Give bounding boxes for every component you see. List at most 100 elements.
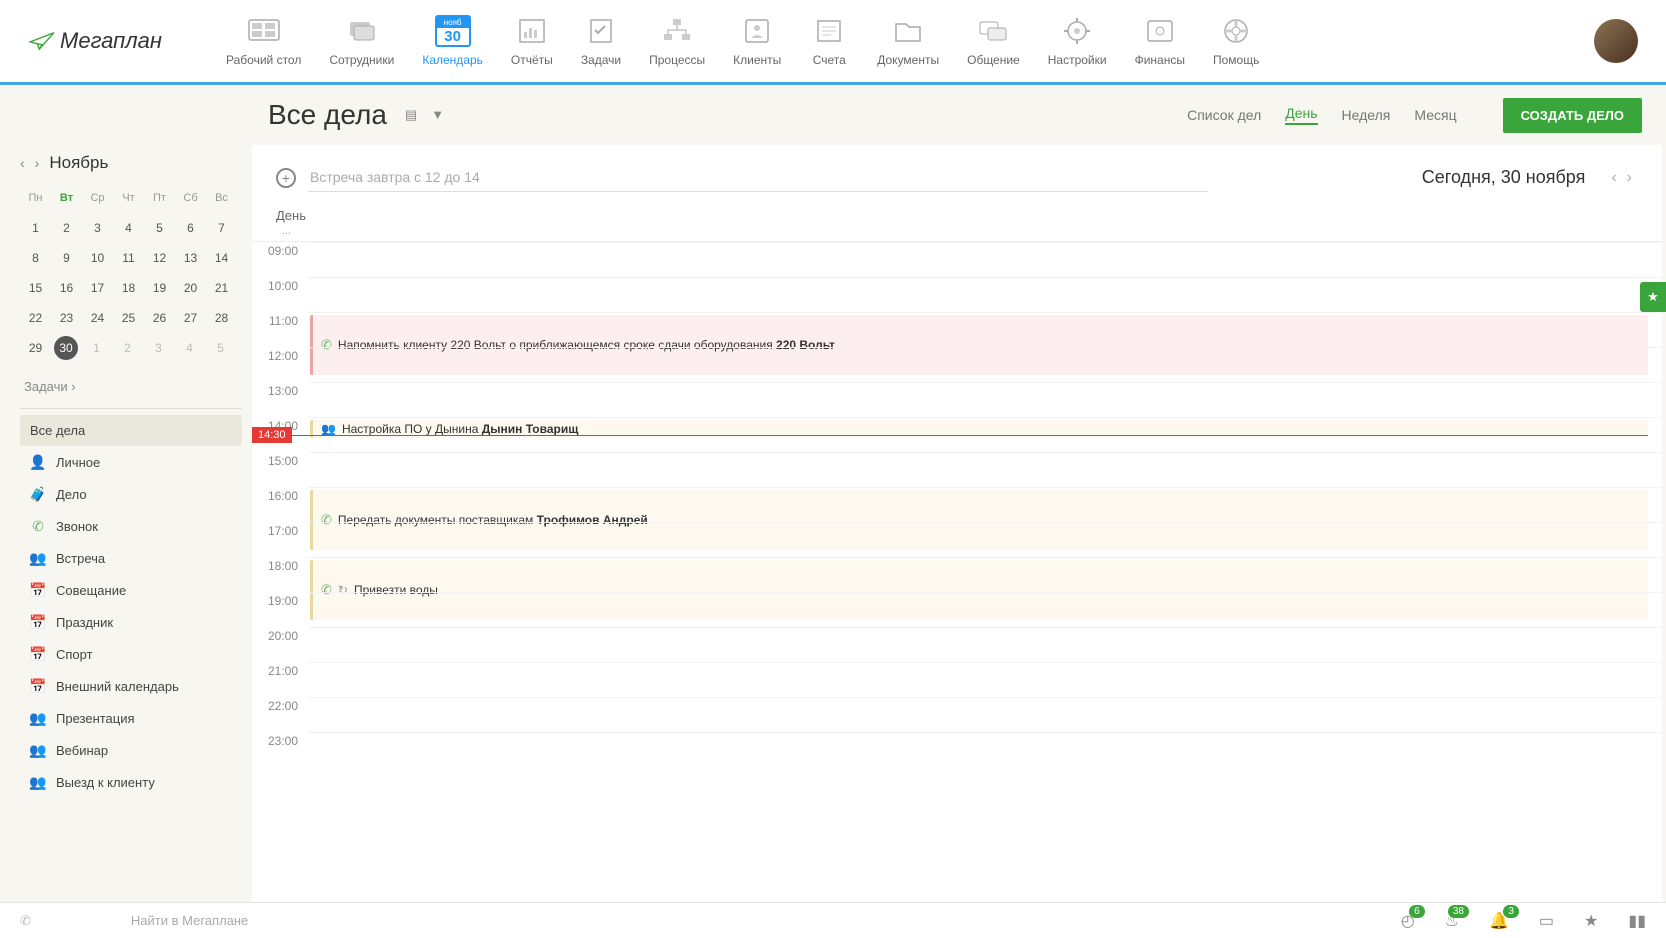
mini-cal-day[interactable]: 22	[20, 303, 51, 333]
mini-cal-day[interactable]: 15	[20, 273, 51, 303]
sidebar-item-case[interactable]: 🧳Дело	[20, 478, 242, 510]
mini-cal-day[interactable]: 26	[144, 303, 175, 333]
nav-processes[interactable]: Процессы	[635, 7, 719, 75]
sidebar-item-conf[interactable]: 📅Совещание	[20, 574, 242, 606]
mini-cal-day[interactable]: 11	[113, 243, 144, 273]
nav-clients[interactable]: Клиенты	[719, 7, 795, 75]
mini-cal-day[interactable]: 12	[144, 243, 175, 273]
sidebar-item-extcal[interactable]: 📅Внешний календарь	[20, 670, 242, 702]
mini-cal-day[interactable]: 25	[113, 303, 144, 333]
nav-settings[interactable]: Настройки	[1034, 7, 1121, 75]
view-week[interactable]: Неделя	[1342, 107, 1391, 123]
mini-cal-day[interactable]: 7	[206, 213, 237, 243]
mini-cal-day[interactable]: 5	[205, 333, 236, 363]
tasks-link[interactable]: Задачи	[24, 379, 242, 394]
mini-cal-day[interactable]: 10	[82, 243, 113, 273]
time-slot[interactable]: 13:00	[252, 382, 1662, 417]
next-month[interactable]: ›	[35, 155, 40, 171]
star-icon[interactable]: ★	[1584, 911, 1598, 931]
view-day[interactable]: День	[1285, 105, 1317, 125]
nav-employees[interactable]: Сотрудники	[315, 7, 408, 75]
time-slot[interactable]: 09:00	[252, 242, 1662, 277]
nav-invoices[interactable]: Счета	[795, 7, 863, 75]
nav-help[interactable]: Помощь	[1199, 7, 1273, 75]
create-button[interactable]: СОЗДАТЬ ДЕЛО	[1503, 98, 1642, 133]
nav-finance[interactable]: Финансы	[1121, 7, 1199, 75]
mini-cal-day[interactable]: 3	[143, 333, 174, 363]
mini-cal-day[interactable]: 28	[206, 303, 237, 333]
mini-cal-day[interactable]: 23	[51, 303, 82, 333]
nav-chat[interactable]: Общение	[953, 7, 1034, 75]
nav-calendar[interactable]: нояб30 Календарь	[408, 7, 497, 75]
time-slot[interactable]: 20:00	[252, 627, 1662, 662]
time-slot[interactable]: 22:00	[252, 697, 1662, 732]
filter-icon[interactable]: ▼	[431, 107, 444, 123]
timeline[interactable]: 09:0010:0011:00✆Напомнить клиенту 220 Во…	[252, 242, 1662, 902]
time-slot[interactable]: 21:00	[252, 662, 1662, 697]
mini-cal-day[interactable]: 24	[82, 303, 113, 333]
mini-cal-day[interactable]: 19	[144, 273, 175, 303]
mini-cal-day[interactable]: 27	[175, 303, 206, 333]
sidebar-item-all[interactable]: Все дела	[20, 415, 242, 446]
mini-cal-day[interactable]: 1	[20, 213, 51, 243]
sidebar-item-meeting[interactable]: 👥Встреча	[20, 542, 242, 574]
add-plus-icon[interactable]: +	[276, 168, 296, 188]
time-slot[interactable]: 15:00	[252, 452, 1662, 487]
logo[interactable]: Мегаплан	[28, 28, 162, 54]
sidebar-item-call[interactable]: ✆Звонок	[20, 510, 242, 542]
sidebar-item-holiday[interactable]: 📅Праздник	[20, 606, 242, 638]
mini-cal-day[interactable]: 20	[175, 273, 206, 303]
time-slot[interactable]: 12:00	[252, 347, 1662, 382]
prev-day[interactable]: ‹	[1611, 169, 1616, 187]
time-slot[interactable]: 11:00✆Напомнить клиенту 220 Вольт о приб…	[252, 312, 1662, 347]
phone-icon[interactable]: ✆	[20, 913, 31, 929]
mini-cal-day[interactable]: 8	[20, 243, 51, 273]
mini-cal-day[interactable]: 21	[206, 273, 237, 303]
mini-cal-day[interactable]: 13	[175, 243, 206, 273]
time-slot[interactable]: 16:00✆Передать документы поставщикам Тро…	[252, 487, 1662, 522]
sidebar-item-webinar[interactable]: 👥Вебинар	[20, 734, 242, 766]
mini-cal-day[interactable]: 30	[54, 336, 78, 360]
prev-month[interactable]: ‹	[20, 155, 25, 171]
mini-cal-day[interactable]: 17	[82, 273, 113, 303]
mini-cal-day[interactable]: 2	[51, 213, 82, 243]
quick-add-input[interactable]	[308, 163, 1208, 192]
avatar[interactable]	[1594, 19, 1638, 63]
view-month[interactable]: Месяц	[1414, 107, 1456, 123]
view-list[interactable]: Список дел	[1187, 107, 1261, 123]
sidebar-item-personal[interactable]: 👤Личное	[20, 446, 242, 478]
mini-cal-day[interactable]: 29	[20, 333, 51, 363]
bell-icon[interactable]: 🔔3	[1489, 911, 1509, 931]
mini-cal-day[interactable]: 14	[206, 243, 237, 273]
time-slot[interactable]: 10:00	[252, 277, 1662, 312]
star-tab[interactable]: ★	[1640, 282, 1666, 312]
nav-reports[interactable]: Отчёты	[497, 7, 567, 75]
mini-cal-day[interactable]: 3	[82, 213, 113, 243]
mini-cal-day[interactable]: 6	[175, 213, 206, 243]
sidebar-item-visit[interactable]: 👥Выезд к клиенту	[20, 766, 242, 798]
nav-tasks[interactable]: Задачи	[567, 7, 635, 75]
mini-cal-day[interactable]: 18	[113, 273, 144, 303]
time-slot[interactable]: 18:00✆↻Привезти воды	[252, 557, 1662, 592]
list-icon[interactable]: ▤	[405, 107, 417, 123]
mini-cal-day[interactable]: 4	[113, 213, 144, 243]
next-day[interactable]: ›	[1627, 169, 1632, 187]
mini-cal-day[interactable]: 16	[51, 273, 82, 303]
global-search-input[interactable]	[131, 913, 1401, 928]
time-slot[interactable]: 17:00	[252, 522, 1662, 557]
nav-desktop[interactable]: Рабочий стол	[212, 7, 315, 75]
message-icon[interactable]: ▭	[1539, 911, 1554, 931]
time-slot[interactable]: 23:00	[252, 732, 1662, 767]
sidebar-item-pres[interactable]: 👥Презентация	[20, 702, 242, 734]
time-slot[interactable]: 19:00	[252, 592, 1662, 627]
sidebar-item-sport[interactable]: 📅Спорт	[20, 638, 242, 670]
mini-cal-day[interactable]: 1	[81, 333, 112, 363]
mini-cal-day[interactable]: 2	[112, 333, 143, 363]
book-icon[interactable]: ▮▮	[1628, 911, 1646, 931]
nav-documents[interactable]: Документы	[863, 7, 953, 75]
flame-icon[interactable]: ♨38	[1445, 911, 1459, 931]
mini-cal-day[interactable]: 9	[51, 243, 82, 273]
alert-icon[interactable]: ◴6	[1401, 911, 1415, 931]
mini-cal-day[interactable]: 5	[144, 213, 175, 243]
mini-cal-day[interactable]: 4	[174, 333, 205, 363]
